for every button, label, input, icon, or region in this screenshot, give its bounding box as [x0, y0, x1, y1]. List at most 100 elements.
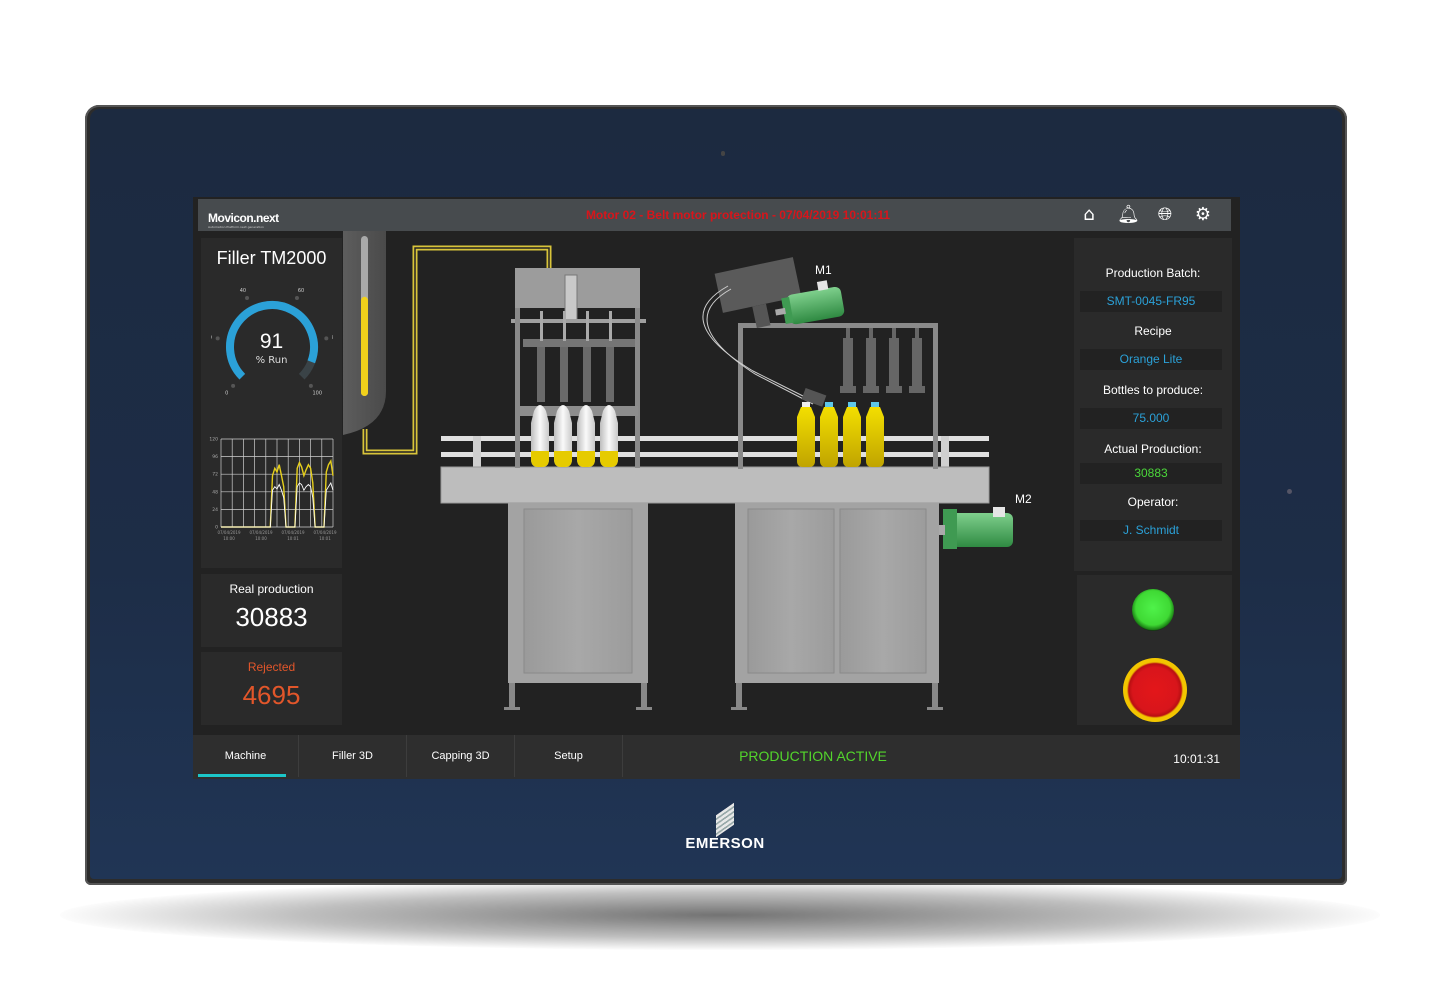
tab-setup[interactable]: Setup [515, 735, 623, 777]
chart-x-tick-label: 07/04/2019 [281, 530, 305, 535]
chart-x-tick-label: 10:01 [319, 536, 331, 541]
capping-head [840, 338, 856, 393]
logo-subtitle: Automation Platform.next generation [208, 225, 264, 229]
gear-icon[interactable]: ⚙ [1193, 205, 1213, 225]
bottles-to-produce-label: Bottles to produce: [1102, 383, 1204, 397]
globe-icon[interactable]: 🌐︎ [1155, 205, 1175, 225]
header-icons: ⌂ 🔔︎ 🌐︎ ⚙ [1079, 205, 1213, 225]
bottle-liquid [600, 451, 618, 467]
device-shadow [60, 880, 1380, 950]
capped-bottle [797, 407, 815, 467]
gauge-tick-label: 60 [298, 288, 304, 294]
nozzle-rod [540, 311, 543, 341]
control-buttons-panel [1077, 575, 1232, 725]
nozzle-rod [586, 311, 589, 341]
batch-value[interactable]: SMT-0045-FR95 [1080, 291, 1222, 312]
movicon-logo: Movicon.next Automation Platform.next ge… [208, 207, 279, 229]
chart-x-tick-label: 07/04/2019 [249, 530, 273, 535]
emerson-logo: EMERSON [660, 802, 790, 852]
capped-bottles [797, 402, 884, 467]
motor-m2-label: M2 [1015, 492, 1032, 506]
bottle-cap [848, 402, 856, 407]
camera-dot [721, 151, 725, 156]
brand-name: EMERSON [685, 835, 765, 852]
emergency-stop-button[interactable] [1123, 658, 1187, 722]
capping-rod [846, 328, 850, 338]
capping-head [909, 338, 925, 393]
tab-filler-3d[interactable]: Filler 3D [299, 735, 407, 777]
gauge-tick-dot [245, 295, 250, 300]
gauge-tick-dot [231, 383, 236, 388]
nozzle-rod [609, 311, 612, 341]
capping-head [863, 338, 879, 393]
real-production-panel: Real production 30883 [201, 574, 342, 647]
actual-production-label: Actual Production: [1104, 442, 1202, 456]
batch-label: Production Batch: [1105, 266, 1201, 280]
machine-overview-panel: Filler TM2000 020406080100 91 % Run 0244… [201, 238, 342, 568]
operator-value[interactable]: J. Schmidt [1080, 520, 1222, 541]
bottle-liquid [554, 451, 572, 467]
motor-m1-label: M1 [815, 263, 832, 277]
chart-y-tick-label: 24 [212, 507, 218, 513]
recipe-value[interactable]: Orange Lite [1080, 349, 1222, 370]
conveyor[interactable] [440, 436, 990, 504]
chart-y-tick-label: 96 [212, 454, 218, 460]
storage-tank[interactable] [343, 231, 386, 435]
bottle-cap [802, 402, 810, 407]
start-button[interactable] [1132, 589, 1174, 631]
nozzle [606, 347, 614, 402]
gauge-tick-label: 40 [240, 288, 246, 294]
recipe-label: Recipe [1134, 324, 1172, 338]
bottle-liquid [577, 451, 595, 467]
rejected-value: 4695 [242, 680, 301, 710]
alarm-banner[interactable]: Motor 02 - Belt motor protection - 07/04… [538, 208, 938, 222]
bottle-cap [825, 402, 833, 407]
top-bar: Movicon.next Automation Platform.next ge… [198, 199, 1231, 231]
clock: 10:01:31 [1173, 752, 1220, 766]
chart-y-tick-label: 120 [209, 437, 218, 443]
trend-chart: 02448729612007/04/201910:0007/04/201910:… [209, 437, 337, 542]
capping-rod [915, 328, 919, 338]
gauge-tick-label: 100 [312, 390, 322, 396]
chart-x-tick-label: 07/04/2019 [217, 530, 241, 535]
capped-bottle [843, 407, 861, 467]
chart-x-tick-label: 10:00 [255, 536, 267, 541]
tank-level-fill [361, 296, 368, 396]
light-sensor [1287, 489, 1292, 494]
nozzle-rod [563, 311, 566, 341]
production-status: PRODUCTION ACTIVE [739, 748, 887, 764]
capped-bottle [820, 407, 838, 467]
bottles-to-produce-value[interactable]: 75.000 [1080, 408, 1222, 429]
real-production-label: Real production [229, 582, 314, 596]
tab-capping-3d[interactable]: Capping 3D [407, 735, 515, 777]
chart-x-tick-label: 10:00 [223, 536, 235, 541]
gauge-tick-label: 0 [225, 390, 228, 396]
logo-text: Movicon.next [208, 211, 279, 225]
capped-bottle [866, 407, 884, 467]
gauge-tick-dot [294, 295, 299, 300]
tab-machine[interactable]: Machine [193, 735, 299, 777]
emerson-logo-icon [716, 802, 734, 838]
capper-cabinet [731, 503, 943, 710]
bell-icon[interactable]: 🔔︎ [1117, 205, 1140, 225]
rejected-panel: Rejected 4695 [201, 652, 342, 725]
filler-nozzles [537, 311, 614, 402]
gauge-unit: % Run [255, 355, 288, 366]
home-icon[interactable]: ⌂ [1079, 205, 1099, 225]
bottom-bar: Machine Filler 3D Capping 3D Setup PRODU… [193, 735, 1240, 779]
bottle-liquid [531, 451, 549, 467]
chart-x-tick-label: 07/04/2019 [313, 530, 337, 535]
chart-x-tick-label: 10:01 [287, 536, 299, 541]
motor-m2[interactable] [937, 507, 1013, 549]
operator-label: Operator: [1127, 495, 1179, 509]
hmi-screen: Movicon.next Automation Platform.next ge… [193, 197, 1240, 779]
filler-cabinet [504, 503, 652, 710]
nozzle [583, 347, 591, 402]
gauge-tick-dot [308, 383, 313, 388]
machine-title: Filler TM2000 [216, 248, 327, 268]
capping-rod [892, 328, 896, 338]
bottle-cap [871, 402, 879, 407]
gauge-value: 91 [259, 330, 284, 353]
actual-production-value: 30883 [1080, 463, 1222, 484]
chart-y-tick-label: 72 [212, 472, 218, 478]
